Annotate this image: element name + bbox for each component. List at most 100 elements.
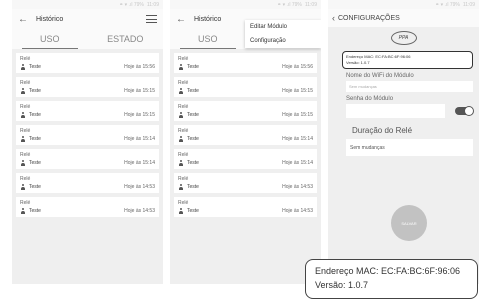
person-icon [178,64,184,70]
person-icon [20,64,26,70]
item-user: Teste [187,184,199,190]
version: Versão: 1.0.7 [346,60,370,65]
status-bar: ⚭ ▾ .ıl 79% 11:09 [328,0,479,9]
logo-mark: PPA [390,31,417,45]
app-bar: ← Histórico [12,9,163,29]
tab-uso[interactable]: USO [12,29,88,49]
list-item[interactable]: Relé Teste Hoje às 15:14 [16,125,159,145]
item-user: Teste [187,136,199,142]
item-label: Relé [20,56,31,62]
tab-bar: USO ESTADO [12,29,163,49]
menu-item-editar-modulo[interactable]: Editar Módulo [245,20,321,34]
item-user: Teste [29,64,41,70]
item-time: Hoje às 15:14 [282,160,313,166]
item-time: Hoje às 15:14 [282,136,313,142]
person-icon [178,184,184,190]
person-icon [20,208,26,214]
item-user: Teste [29,160,41,166]
list-item[interactable]: Relé Teste Hoje às 14:53 [16,197,159,217]
list-item[interactable]: Relé Teste Hoje às 14:53 [174,197,317,217]
history-list: Relé Teste Hoje às 15:56 Relé Teste Hoje às … [12,49,163,217]
item-label: Relé [20,80,31,86]
person-icon [20,112,26,118]
device-info-box: Endereço MAC: EC:FA:BC:6F:96:06 Versão: … [342,51,473,69]
item-user: Teste [187,64,199,70]
config-screen: ⚭ ▾ .ıl 79% 11:09 ‹ CONFIGURAÇÕES PPA En… [328,0,479,284]
relay-duration-field[interactable]: Sem mudanças [346,139,473,156]
item-label: Relé [20,152,31,158]
item-time: Hoje às 15:56 [282,64,313,70]
wifi-name-placeholder: Sem mudanças [349,84,377,89]
person-icon [178,208,184,214]
item-user: Teste [29,88,41,94]
password-label: Senha do Módulo [346,96,394,102]
list-item[interactable]: Relé Teste Hoje às 15:15 [16,101,159,121]
person-icon [178,88,184,94]
person-icon [178,112,184,118]
item-label: Relé [178,56,189,62]
relay-duration-value: Sem mudanças [350,144,385,151]
item-user: Teste [187,88,199,94]
list-item[interactable]: Relé Teste Hoje às 15:56 [16,53,159,73]
person-icon [178,160,184,166]
status-bar: ⚭ ▾ .ıl 79% 11:09 [170,0,321,9]
list-item[interactable]: Relé Teste Hoje às 15:14 [174,125,317,145]
item-user: Teste [29,208,41,214]
list-item[interactable]: Relé Teste Hoje às 15:56 [174,53,317,73]
item-label: Relé [178,176,189,182]
item-user: Teste [29,136,41,142]
wifi-name-label: Nome do WiFi do Módulo [346,73,414,79]
item-user: Teste [187,160,199,166]
item-time: Hoje às 15:56 [124,64,155,70]
menu-item-configuracao[interactable]: Configuração [245,34,321,48]
item-time: Hoje às 14:53 [124,208,155,214]
item-time: Hoje às 15:14 [124,136,155,142]
status-signal: ⚭ ▾ .ıl 79% [119,1,144,8]
item-user: Teste [29,184,41,190]
person-icon [20,136,26,142]
item-time: Hoje às 14:53 [124,184,155,190]
app-bar: ‹ CONFIGURAÇÕES [328,9,479,27]
back-arrow-icon[interactable]: ← [176,14,186,25]
item-user: Teste [187,208,199,214]
person-icon [20,88,26,94]
item-user: Teste [29,112,41,118]
item-label: Relé [178,128,189,134]
item-label: Relé [20,200,31,206]
relay-duration-label: Duração do Relé [352,126,413,135]
list-item[interactable]: Relé Teste Hoje às 14:53 [174,173,317,193]
password-visibility-toggle[interactable] [455,106,474,116]
logo: PPA [328,27,479,49]
item-time: Hoje às 14:53 [282,208,313,214]
item-time: Hoje às 15:15 [124,88,155,94]
status-time: 11:09 [146,1,159,8]
list-item[interactable]: Relé Teste Hoje às 15:14 [174,149,317,169]
save-button[interactable]: SALVAR [391,205,427,241]
item-label: Relé [20,128,31,134]
list-item[interactable]: Relé Teste Hoje às 14:53 [16,173,159,193]
password-row [346,104,474,118]
back-arrow-icon[interactable]: ← [18,14,28,25]
tab-estado[interactable]: ESTADO [88,29,164,49]
item-user: Teste [187,112,199,118]
list-item[interactable]: Relé Teste Hoje às 15:14 [16,149,159,169]
list-item[interactable]: Relé Teste Hoje às 15:15 [16,77,159,97]
item-label: Relé [178,80,189,86]
status-time: 11:09 [304,1,317,8]
password-field[interactable] [346,104,445,118]
status-signal: ⚭ ▾ .ıl 79% [277,1,302,8]
page-title: CONFIGURAÇÕES [338,14,400,22]
item-time: Hoje às 15:15 [282,88,313,94]
chevron-left-icon[interactable]: ‹ [332,13,335,23]
item-label: Relé [20,104,31,110]
zoom-callout: Endereço MAC: EC:FA:BC:6F:96:06 Versão: … [305,259,478,299]
history-screen-1: ⚭ ▾ .ıl 79% 11:09 ← Histórico USO ESTADO… [12,0,163,284]
overflow-menu: Editar Módulo Configuração [245,20,321,48]
wifi-name-field[interactable]: Sem mudanças [346,81,473,92]
list-item[interactable]: Relé Teste Hoje às 15:15 [174,101,317,121]
list-item[interactable]: Relé Teste Hoje às 15:15 [174,77,317,97]
tab-uso[interactable]: USO [170,29,246,49]
status-bar: ⚭ ▾ .ıl 79% 11:09 [12,0,163,9]
menu-icon[interactable] [146,15,157,23]
zoom-mac-address: Endereço MAC: EC:FA:BC:6F:96:06 [315,266,461,276]
